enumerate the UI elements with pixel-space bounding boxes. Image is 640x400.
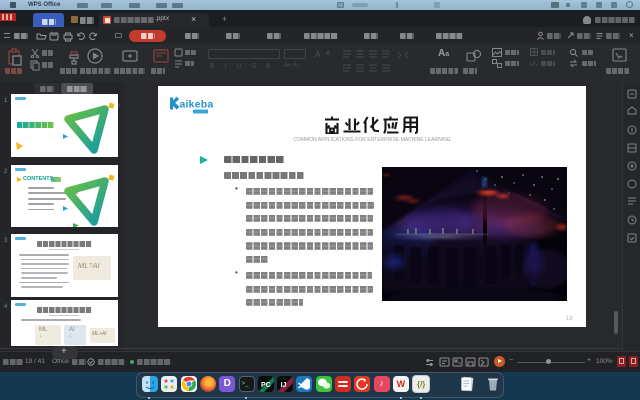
svg-text:aikeba: aikeba (180, 99, 214, 111)
svg-text:IJ: IJ (281, 382, 287, 389)
svg-text:PC: PC (261, 382, 271, 389)
